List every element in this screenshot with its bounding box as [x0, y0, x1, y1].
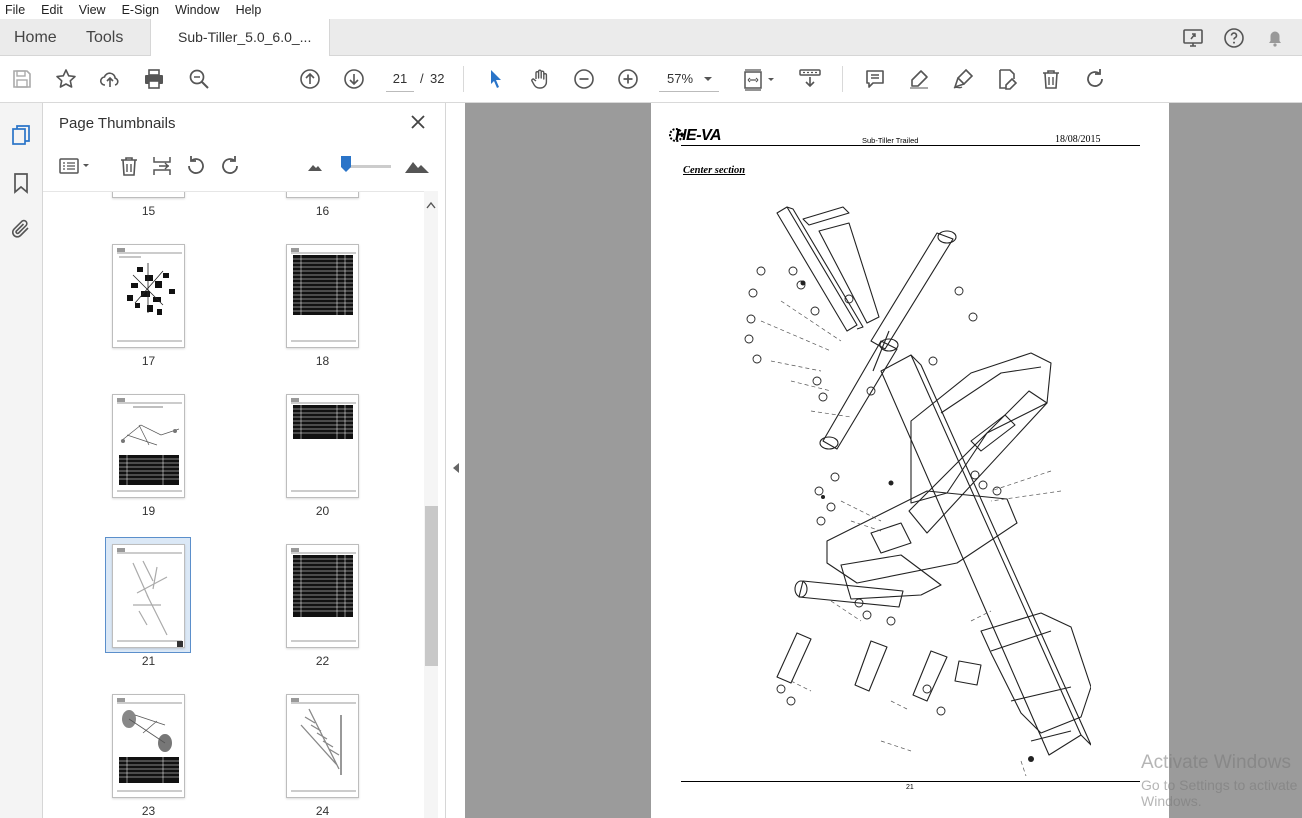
zoom-out-icon[interactable] — [572, 67, 596, 91]
windows-activation-watermark: Activate Windows — [1141, 752, 1291, 773]
tab-bar: Home Tools Sub-Tiller_5.0_6.0_... — [0, 19, 1302, 56]
menu-window[interactable]: Window — [174, 3, 220, 17]
thumbnail-label: 18 — [315, 354, 330, 368]
menu-view[interactable]: View — [78, 3, 107, 17]
help-icon[interactable] — [1222, 26, 1246, 50]
page-down-icon[interactable] — [342, 67, 366, 91]
panel-collapse-handle[interactable] — [446, 103, 465, 818]
page-number-input[interactable]: 21 — [386, 66, 414, 92]
page-thumbnail[interactable] — [286, 244, 359, 348]
options-menu-icon[interactable] — [57, 154, 93, 178]
page-thumbnail[interactable] — [286, 192, 359, 198]
delete-page-icon[interactable] — [117, 154, 141, 178]
page-thumbnail[interactable] — [286, 694, 359, 798]
page-header-title: Sub-Tiller Trailed — [862, 136, 919, 145]
large-thumbnail-icon[interactable] — [403, 154, 431, 178]
thumbnail-label: 15 — [141, 204, 156, 218]
panel-toolbar — [43, 147, 446, 187]
footer-rule — [681, 781, 1140, 782]
thumbnail-label: 23 — [141, 804, 156, 818]
pdf-page: HE-VA Sub-Tiller Trailed 18/08/2015 Cent… — [651, 103, 1169, 818]
tab-tools[interactable]: Tools — [86, 19, 123, 56]
menu-esign[interactable]: E-Sign — [121, 3, 161, 17]
rotate-cw-icon[interactable] — [218, 154, 242, 178]
toolbar-divider-2 — [842, 66, 843, 92]
menu-file[interactable]: File — [4, 3, 26, 17]
thumbnail-label: 24 — [315, 804, 330, 818]
edit-pdf-icon[interactable] — [995, 67, 1019, 91]
zoom-value: 57% — [667, 71, 694, 86]
toolbar-divider — [463, 66, 464, 92]
page-thumbnails-icon[interactable] — [9, 123, 33, 147]
search-zoom-icon[interactable] — [187, 67, 211, 91]
highlight-icon[interactable] — [907, 67, 931, 91]
collapse-arrow-icon[interactable] — [453, 463, 459, 473]
thumbnail-label: 19 — [141, 504, 156, 518]
logo-text: HE-VA — [675, 127, 722, 144]
thumbnail-label: 17 — [141, 354, 156, 368]
menu-bar: File Edit View E-Sign Window Help — [0, 0, 1302, 19]
thumbnail-label: 21 — [141, 654, 156, 668]
page-thumbnail[interactable] — [112, 694, 185, 798]
upload-icon[interactable] — [98, 67, 122, 91]
page-thumbnail[interactable] — [112, 244, 185, 348]
page-up-icon[interactable] — [298, 67, 322, 91]
star-icon[interactable] — [54, 67, 78, 91]
bell-icon[interactable] — [1263, 26, 1287, 50]
save-icon[interactable] — [10, 67, 34, 91]
thumbnails-panel: Page Thumbnails 15 16 17 18 19 20 21 22 … — [43, 103, 446, 818]
section-title: Center section — [683, 165, 746, 176]
delete-icon[interactable] — [1039, 67, 1063, 91]
fit-page-icon[interactable] — [742, 67, 778, 91]
main-toolbar: 21 / 32 57% — [0, 56, 1302, 103]
left-rail — [0, 103, 43, 818]
scroll-up-icon[interactable] — [426, 197, 436, 209]
thumbnail-label: 22 — [315, 654, 330, 668]
comment-icon[interactable] — [863, 67, 887, 91]
windows-activation-subtext: Go to Settings to activate Windows. — [1141, 777, 1298, 809]
page-header-date: 18/08/2015 — [1055, 134, 1101, 145]
document-view[interactable]: HE-VA Sub-Tiller Trailed 18/08/2015 Cent… — [465, 103, 1302, 818]
thumbnail-list: 15 16 17 18 19 20 21 22 23 24 — [43, 191, 426, 818]
page-thumbnail-selected[interactable] — [112, 544, 185, 648]
tab-home[interactable]: Home — [14, 19, 57, 56]
panel-title: Page Thumbnails — [59, 115, 176, 132]
menu-help[interactable]: Help — [235, 3, 263, 17]
page-footer-number: 21 — [906, 784, 914, 791]
attachment-icon[interactable] — [9, 217, 33, 241]
sign-icon[interactable] — [951, 67, 975, 91]
bookmark-icon[interactable] — [9, 171, 33, 195]
thumbnail-label: 20 — [315, 504, 330, 518]
print-icon[interactable] — [142, 67, 166, 91]
slider-handle[interactable] — [341, 156, 351, 172]
page-thumbnail[interactable] — [286, 394, 359, 498]
page-total: 32 — [430, 71, 445, 86]
rotate-ccw-icon[interactable] — [184, 154, 208, 178]
zoom-in-icon[interactable] — [616, 67, 640, 91]
scroll-mode-icon[interactable] — [798, 67, 822, 91]
thumbnail-scrollbar[interactable] — [424, 191, 438, 818]
hand-icon[interactable] — [528, 67, 552, 91]
scrollbar-thumb[interactable] — [425, 506, 438, 666]
insert-page-icon[interactable] — [150, 154, 174, 178]
select-arrow-icon[interactable] — [484, 67, 508, 91]
document-tab[interactable]: Sub-Tiller_5.0_6.0_... — [150, 19, 330, 56]
chevron-down-icon[interactable] — [702, 69, 714, 89]
menu-edit[interactable]: Edit — [40, 3, 64, 17]
header-rule — [681, 145, 1140, 146]
page-thumbnail[interactable] — [112, 394, 185, 498]
share-screen-icon[interactable] — [1181, 26, 1205, 50]
exploded-parts-drawing — [744, 206, 1091, 776]
page-separator: / — [420, 71, 424, 86]
close-icon[interactable] — [409, 113, 427, 131]
redo-icon[interactable] — [1083, 67, 1107, 91]
page-thumbnail[interactable] — [112, 192, 185, 198]
thumbnail-label: 16 — [315, 204, 330, 218]
page-thumbnail[interactable] — [286, 544, 359, 648]
small-thumbnail-icon[interactable] — [305, 154, 325, 178]
